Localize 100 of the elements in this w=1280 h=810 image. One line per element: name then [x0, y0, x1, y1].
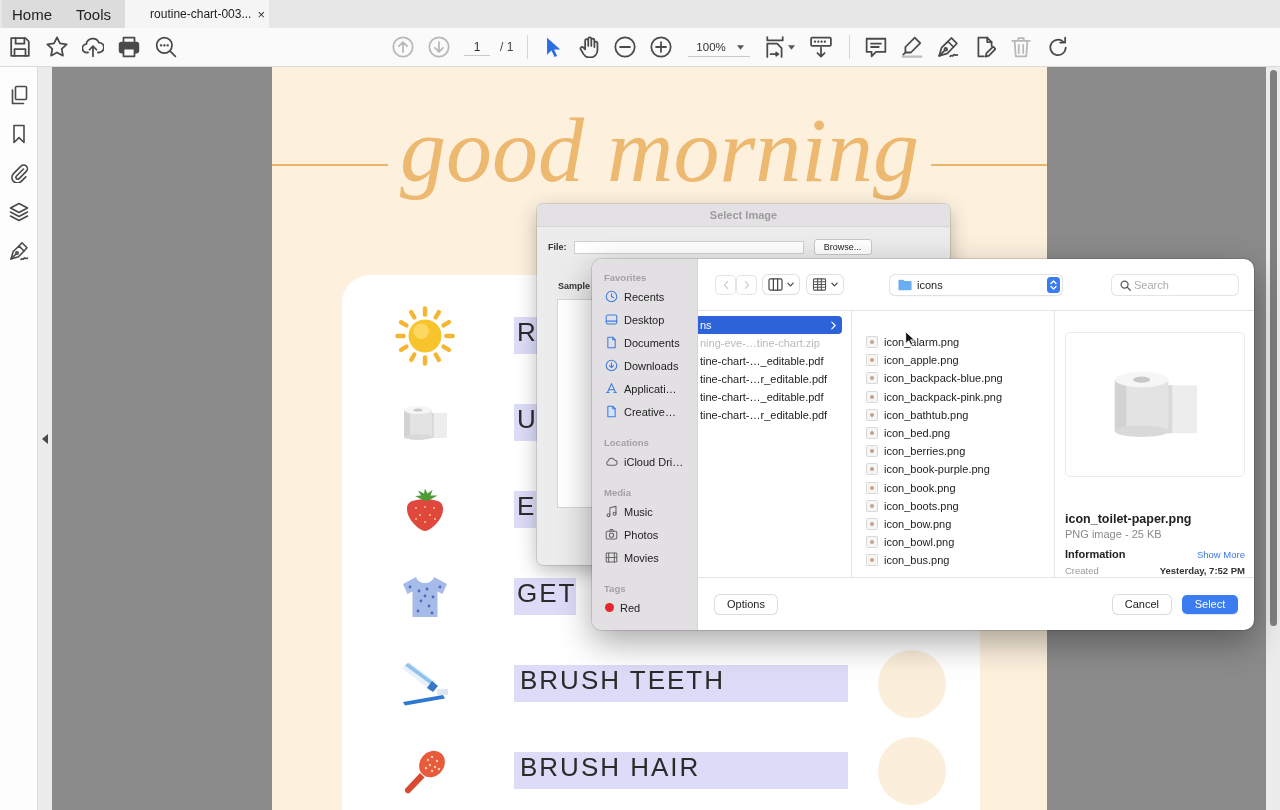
file-item[interactable]: icon_apple.png	[852, 351, 965, 370]
location-dropdown[interactable]: icons	[890, 274, 1062, 295]
music-note-icon	[605, 505, 618, 518]
sidebar-item[interactable]: Music	[599, 500, 658, 523]
view-mode-button[interactable]	[763, 275, 799, 294]
sidebar-heading: Tags	[604, 582, 626, 596]
caret-icon[interactable]	[737, 45, 745, 50]
file-item[interactable]: icon_bowl.png	[852, 533, 961, 552]
zoom-out-icon[interactable]	[155, 36, 177, 58]
sidebar-item[interactable]: Photos	[599, 523, 664, 546]
file-item[interactable]: icon_boots.png	[852, 496, 965, 515]
zoom-in-circle-icon[interactable]	[650, 36, 673, 58]
tab[interactable]: routine-chart-003... ×	[125, 0, 270, 28]
caret-icon[interactable]	[788, 44, 796, 50]
shirt-icon	[401, 574, 449, 619]
text-field[interactable]: BRUSH HAIR	[514, 752, 848, 789]
file-item[interactable]: icon_backpack-pink.png	[852, 387, 1009, 406]
sidebar-item[interactable]: iCloud Dri…	[599, 450, 689, 473]
fit-page-icon[interactable]	[764, 36, 787, 58]
sidebar-item[interactable]: Applicati…	[599, 377, 682, 400]
text-field[interactable]: U	[514, 404, 538, 441]
sidebar-item[interactable]: Movies	[599, 546, 664, 569]
print-icon[interactable]	[118, 36, 140, 58]
show-more-link[interactable]: Show More	[1196, 547, 1245, 562]
cancel-button[interactable]: Cancel	[1112, 594, 1171, 614]
file-item[interactable]: tine-chart-…r_editable.pdf	[698, 406, 842, 424]
star-icon[interactable]	[46, 36, 68, 58]
layers-icon[interactable]	[8, 202, 29, 222]
file-label: File:	[548, 242, 567, 252]
paperclip-icon[interactable]	[8, 163, 29, 183]
text-field[interactable]: BRUSH TEETH	[514, 665, 848, 702]
folder-item[interactable]: ns	[698, 316, 842, 334]
text-field[interactable]: GET	[514, 578, 577, 615]
cloud-icon	[605, 455, 618, 468]
sidebar-heading: Media	[604, 486, 631, 500]
search-icon	[1120, 279, 1131, 291]
chevron-right-icon	[831, 320, 836, 330]
image-thumbnail-icon	[866, 372, 878, 385]
image-thumbnail-icon	[866, 554, 878, 567]
file-item[interactable]: icon_bow.png	[852, 514, 958, 534]
folder-icon	[898, 278, 912, 291]
sidebar-item[interactable]: Desktop	[599, 308, 670, 331]
zoom-out-circle-icon[interactable]	[614, 36, 637, 58]
text-field[interactable]: E	[514, 491, 537, 528]
dialog-title: Select Image	[709, 209, 778, 221]
sample-label: Sample	[558, 280, 590, 292]
comment-icon[interactable]	[865, 36, 888, 58]
image-thumbnail-icon	[866, 336, 878, 349]
rotate-icon[interactable]	[1047, 36, 1070, 58]
hand-icon[interactable]	[578, 36, 601, 58]
film-icon	[605, 551, 618, 564]
browse-button[interactable]: Browse...	[813, 239, 872, 255]
file-item[interactable]: icon_bus.png	[852, 551, 956, 570]
options-button[interactable]: Options	[715, 594, 777, 614]
file-item[interactable]: tine-chart-…_editable.pdf	[698, 352, 842, 370]
toilet-paper-icon	[402, 404, 448, 441]
sidebar-item[interactable]: Documents	[599, 331, 685, 354]
file-field[interactable]	[573, 240, 804, 254]
file-item[interactable]: icon_bathtub.png	[852, 405, 975, 424]
keyboard-download-icon[interactable]	[810, 36, 833, 58]
file-item[interactable]: icon_backpack-blue.png	[852, 369, 1009, 388]
chevron-right-icon	[743, 279, 750, 290]
collapse-arrow-icon[interactable]	[42, 433, 48, 444]
file-item[interactable]: icon_book.png	[852, 478, 962, 497]
file-item[interactable]: icon_alarm.png	[852, 333, 966, 352]
document-icon	[605, 336, 618, 349]
sidebar-item[interactable]: Downloads	[599, 354, 684, 377]
stepper-icon[interactable]	[1047, 276, 1060, 293]
grid-icon	[812, 278, 827, 291]
sidebar-item[interactable]: Red	[599, 596, 646, 619]
scrollbar-thumb[interactable]	[1269, 70, 1277, 626]
file-item[interactable]: tine-chart-…r_editable.pdf	[698, 370, 842, 388]
sidebar-item[interactable]: Recents	[599, 285, 670, 308]
group-button[interactable]	[807, 275, 843, 294]
clock-icon	[605, 290, 618, 303]
primary-button[interactable]: Select	[1182, 594, 1238, 614]
highlighter-icon[interactable]	[901, 36, 924, 58]
file-item[interactable]: tine-chart-…_editable.pdf	[698, 388, 842, 406]
image-thumbnail-icon	[866, 390, 878, 403]
file-item[interactable]: icon_berries.png	[852, 442, 972, 461]
cloud-upload-icon[interactable]	[82, 36, 104, 58]
image-thumbnail-icon	[866, 499, 878, 512]
file-item[interactable]: icon_bed.png	[852, 423, 957, 443]
pen-sign-icon[interactable]	[937, 36, 960, 58]
pen-sign-icon[interactable]	[8, 241, 29, 261]
file-item[interactable]: icon_book-purple.png	[852, 460, 996, 479]
caret-icon	[831, 282, 838, 287]
desktop-icon	[605, 313, 618, 326]
scrollbar-track[interactable]	[1266, 67, 1280, 810]
save-icon[interactable]	[9, 36, 31, 58]
columns-icon	[768, 278, 783, 291]
tab-close-button[interactable]: ×	[257, 6, 266, 22]
image-thumbnail-icon	[866, 445, 878, 458]
image-thumbnail-icon	[866, 481, 878, 494]
text-field[interactable]: R	[514, 317, 538, 354]
sidebar-item[interactable]: Creative…	[599, 400, 681, 423]
search-field[interactable]: Search	[1112, 274, 1238, 295]
tab[interactable]: Home	[2, 0, 66, 28]
page-number-field[interactable]: 1	[464, 38, 490, 56]
tab[interactable]: Tools	[66, 0, 126, 28]
